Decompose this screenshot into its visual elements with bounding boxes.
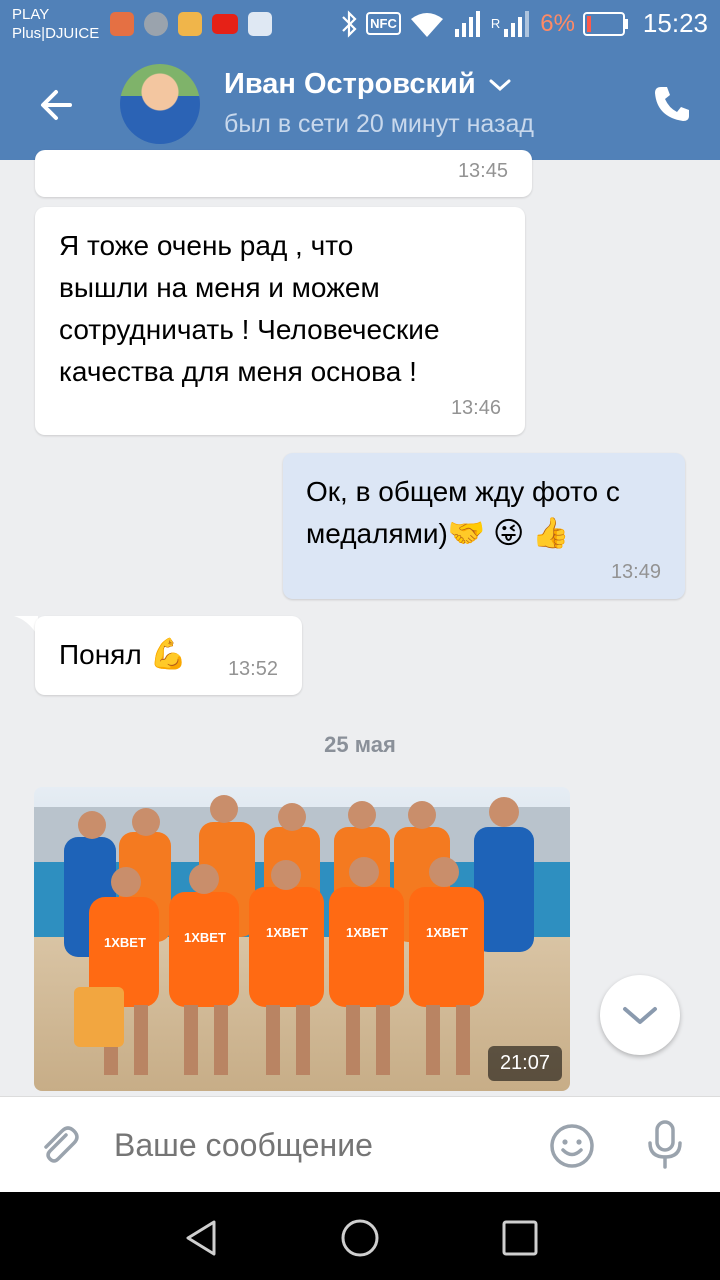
battery-percent: 6% [540, 9, 575, 37]
message-text: Я тоже очень рад , что вышли на меня и м… [59, 225, 440, 393]
recent-apps-square-icon[interactable] [500, 1218, 540, 1258]
roaming-indicator: R [490, 16, 501, 31]
status-icons: NFC R 6% 15:23 [340, 8, 708, 39]
signal-2-icon [504, 10, 530, 37]
home-circle-icon[interactable] [340, 1218, 380, 1258]
message-time: 13:45 [457, 160, 508, 182]
chevron-down-icon [623, 1007, 657, 1024]
message-time: 13:49 [610, 561, 661, 583]
team-photo: 1XBET 1XBET 1XBET 1XBET 1XBET [34, 787, 570, 1091]
message-line: Я тоже очень рад , что [59, 230, 354, 261]
photo-time: 21:07 [487, 1046, 562, 1081]
emoji-smile-icon[interactable] [549, 1123, 595, 1169]
system-navigation-bar [0, 1192, 720, 1280]
message-text: Понял 💪 [59, 634, 187, 676]
message-bubble-incoming[interactable]: Понял 💪 13:52 [35, 616, 302, 695]
notification-icons [110, 12, 272, 36]
clock: 15:23 [642, 8, 708, 38]
phone-call-icon[interactable] [652, 84, 692, 124]
date-separator: 25 мая [324, 732, 396, 757]
contact-name-row[interactable]: Иван Островский [224, 68, 512, 101]
app-notification-icon [110, 12, 134, 36]
shirt-sponsor-text: 1XBET [426, 925, 468, 940]
status-bar: PLAY Plus|DJUICE NFC R 6% 15:23 [0, 0, 720, 48]
message-bubble-outgoing[interactable]: Ок, в общем жду фото с медалями)🤝 😜 👍 13… [283, 453, 685, 599]
handshake-emoji: 🤝 [447, 517, 486, 550]
message-line: качества для меня основа ! [59, 356, 417, 387]
microphone-icon[interactable] [645, 1119, 685, 1171]
photo-message[interactable]: 1XBET 1XBET 1XBET 1XBET 1XBET 21:07 [34, 787, 570, 1091]
mail-notification-icon [248, 12, 272, 36]
photo-notification-icon [144, 12, 168, 36]
contact-name[interactable]: Иван Островский [224, 68, 476, 101]
back-arrow-icon[interactable] [32, 80, 82, 130]
contact-avatar[interactable] [120, 64, 200, 144]
chevron-down-icon[interactable] [488, 78, 512, 92]
carrier-line-1: PLAY [12, 6, 50, 23]
message-bubble-incoming[interactable]: 13:45 [35, 150, 532, 197]
thumbs-up-emoji: 👍 [532, 517, 570, 550]
message-line: вышли на меня и можем [59, 272, 380, 303]
message-line: сотрудничать ! Человеческие [59, 314, 440, 345]
message-composer [0, 1096, 720, 1192]
nfc-icon: NFC [366, 12, 401, 35]
shirt-sponsor-text: 1XBET [266, 925, 308, 940]
message-input[interactable] [114, 1125, 534, 1165]
flexed-biceps-emoji: 💪 [149, 638, 187, 671]
battery-icon [582, 11, 628, 36]
back-triangle-icon[interactable] [182, 1218, 222, 1258]
message-text: Ок, в общем жду фото с медалями)🤝 😜 👍 [306, 471, 620, 555]
message-line-text: медалями) [306, 518, 448, 549]
note-notification-icon [178, 12, 202, 36]
youtube-icon [212, 14, 238, 34]
bluetooth-icon [342, 9, 357, 38]
chat-header: Иван Островский был в сети 20 минут наза… [0, 48, 720, 160]
last-seen-status: был в сети 20 минут назад [224, 110, 534, 138]
winking-tongue-emoji: 😜 [492, 517, 525, 550]
shirt-sponsor-text: 1XBET [184, 930, 226, 945]
shirt-sponsor-text: 1XBET [104, 935, 146, 950]
scroll-to-bottom-button[interactable] [600, 975, 680, 1055]
message-line-text: Понял [59, 639, 142, 670]
signal-icon [454, 10, 480, 37]
message-time: 13:46 [450, 397, 501, 419]
paperclip-icon[interactable] [36, 1123, 80, 1167]
wifi-icon [410, 12, 443, 37]
carrier-line-2: Plus|DJUICE [12, 25, 100, 42]
message-line: медалями)🤝 😜 👍 [306, 513, 620, 555]
message-bubble-incoming[interactable]: Я тоже очень рад , что вышли на меня и м… [35, 207, 525, 435]
carrier-label: PLAY Plus|DJUICE [12, 5, 99, 43]
message-time: 13:52 [227, 658, 278, 680]
message-line: Ок, в общем жду фото с [306, 476, 620, 507]
shirt-sponsor-text: 1XBET [346, 925, 388, 940]
